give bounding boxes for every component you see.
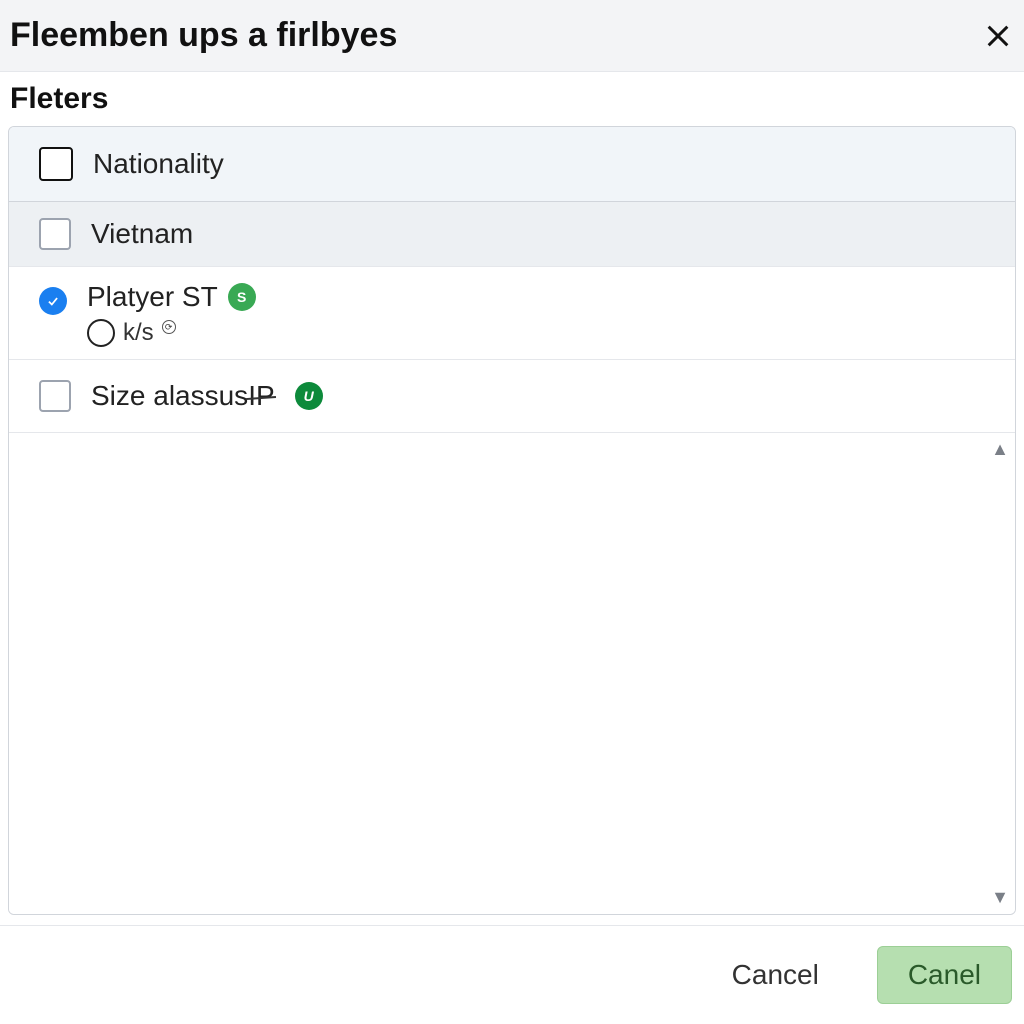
filter-label: Platyer ST [87,281,218,313]
subline-text: k/s [123,319,154,347]
scroll-up-icon[interactable]: ▲ [991,439,1009,460]
filters-section-title: Fleters [8,82,1016,116]
info-sup-icon: ⟳ [162,320,176,334]
filter-row-size[interactable]: Size alassusIP U [9,360,1015,433]
radio-player-selected[interactable] [39,287,67,315]
badge-s-icon: S [228,283,256,311]
filter-row-nationality[interactable]: Nationality [9,127,1015,202]
filters-empty-area: ▲ ▼ [9,433,1015,914]
checkbox-nationality[interactable] [39,147,73,181]
strike-text: IP [248,380,274,412]
filter-row-vietnam[interactable]: Vietnam [9,202,1015,267]
player-content: Platyer ST S k/s ⟳ [87,281,256,347]
close-icon [984,22,1012,50]
dialog-header: Fleemben ups a firlbyes [0,0,1024,72]
scrollbar[interactable]: ▲ ▼ [985,433,1015,914]
checkbox-size[interactable] [39,380,71,412]
confirm-button[interactable]: Canel [877,946,1012,1004]
player-title-line: Platyer ST S [87,281,256,313]
scroll-down-icon[interactable]: ▼ [991,887,1009,908]
filter-row-player[interactable]: Platyer ST S k/s ⟳ [9,267,1015,360]
badge-u-icon: U [295,382,323,410]
player-sub-line: k/s ⟳ [87,319,256,347]
dialog-title: Fleemben ups a firlbyes [10,16,397,55]
filter-label: Nationality [93,148,224,180]
cancel-button[interactable]: Cancel [702,947,849,1003]
check-icon [46,294,60,308]
filters-list: Nationality Vietnam Platyer ST S k/s ⟳ [8,126,1016,915]
dialog-footer: Cancel Canel [0,925,1024,1024]
close-button[interactable] [982,20,1014,52]
radio-unselected-icon[interactable] [87,319,115,347]
filter-label: Size alassusIP [91,380,275,412]
filter-label: Vietnam [91,218,193,250]
dialog-content: Fleters Nationality Vietnam Platyer ST S… [0,72,1024,925]
checkbox-vietnam[interactable] [39,218,71,250]
